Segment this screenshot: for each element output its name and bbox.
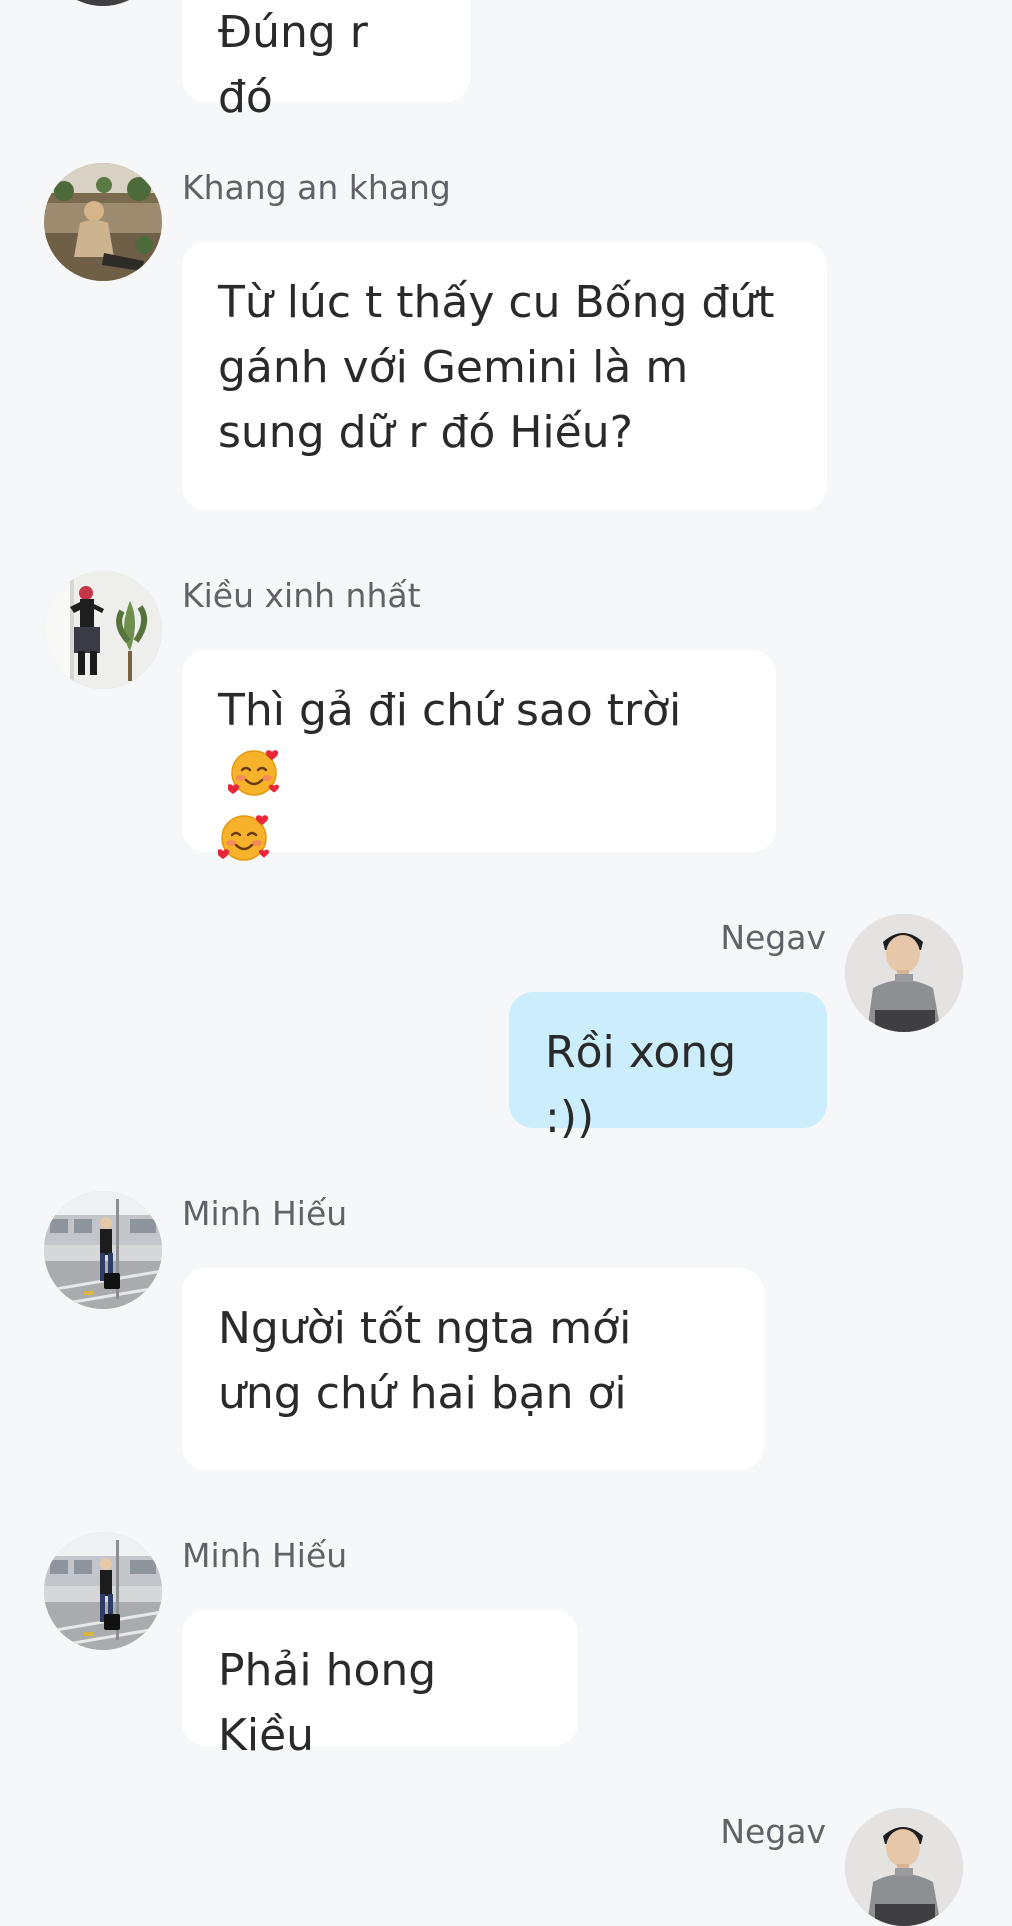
sender-name: Minh Hiếu bbox=[182, 1194, 348, 1233]
message-text: Phải hong Kiều bbox=[218, 1645, 451, 1761]
message-bubble[interactable]: Từ lúc t thấy cu Bống đứt gánh với Gemin… bbox=[182, 242, 827, 510]
avatar-minh-hieu[interactable] bbox=[44, 1532, 162, 1650]
avatar-khang[interactable] bbox=[44, 163, 162, 281]
sender-name: Negav bbox=[720, 918, 826, 957]
message-bubble[interactable]: Người tốt ngta mới ưng chứ hai bạn ơi bbox=[182, 1268, 764, 1470]
sender-name: Kiều xinh nhất bbox=[182, 576, 421, 615]
avatar-negav[interactable] bbox=[845, 914, 963, 1032]
message-bubble[interactable]: Thì gả đi chứ sao trời bbox=[182, 650, 776, 852]
message-text: Người tốt ngta mới ưng chứ hai bạn ơi bbox=[218, 1303, 646, 1419]
message-text: Rồi xong :)) bbox=[545, 1027, 751, 1143]
avatar-negav[interactable] bbox=[845, 1808, 963, 1926]
message-text: Từ lúc t thấy cu Bống đứt gánh với Gemin… bbox=[218, 277, 789, 458]
sender-name: Negav bbox=[720, 1812, 826, 1851]
avatar-minh-hieu[interactable] bbox=[44, 1191, 162, 1309]
message-bubble[interactable]: Phải hong Kiều bbox=[182, 1610, 578, 1761]
message-text: Đúng r đó bbox=[218, 7, 382, 123]
smiling-face-with-hearts-icon bbox=[218, 811, 270, 863]
message-text: Thì gả đi chứ sao trời bbox=[218, 685, 682, 736]
message-bubble[interactable]: Đúng r đó bbox=[182, 0, 470, 123]
avatar-kieu[interactable] bbox=[44, 571, 162, 689]
sender-name: Minh Hiếu bbox=[182, 1536, 348, 1575]
smiling-face-with-hearts-icon bbox=[228, 746, 280, 798]
sender-name: Khang an khang bbox=[182, 168, 451, 207]
message-bubble-outgoing[interactable]: Rồi xong :)) bbox=[509, 992, 827, 1143]
avatar-top-partial[interactable] bbox=[44, 0, 162, 6]
